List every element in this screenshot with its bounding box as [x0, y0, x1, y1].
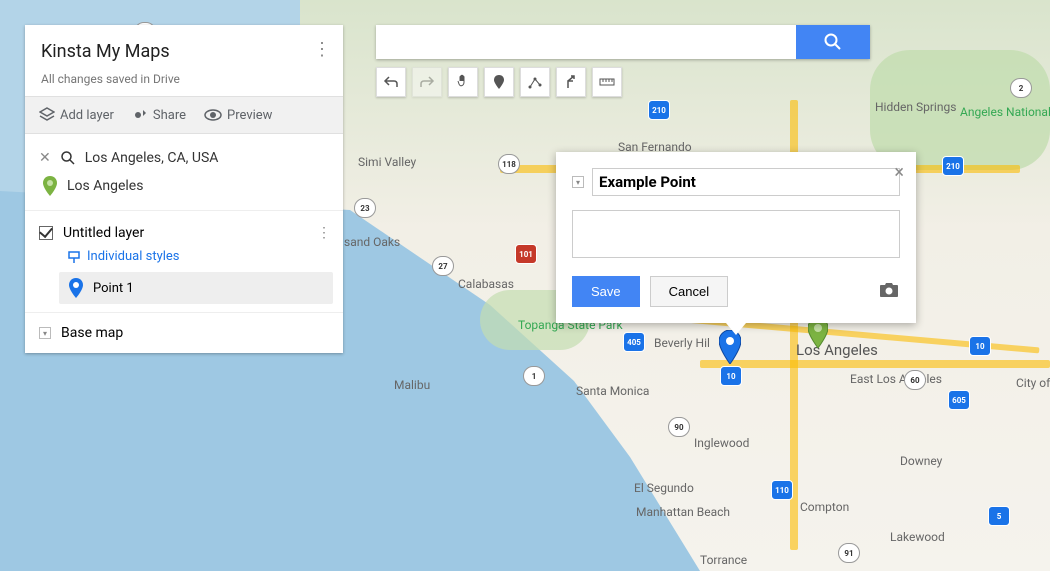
sidebar-menu-icon[interactable]: ⋮ [313, 39, 331, 60]
save-button[interactable]: Save [572, 276, 640, 307]
route-shield: 118 [498, 154, 520, 174]
map-label: Simi Valley [358, 155, 416, 169]
eye-icon [204, 107, 222, 123]
pan-tool[interactable] [448, 67, 478, 97]
route-shield: 60 [904, 370, 926, 390]
route-shield: 210 [648, 100, 670, 120]
layer-styles-button[interactable]: Individual styles [25, 245, 343, 272]
paint-icon [67, 250, 81, 264]
map-label: Lakewood [890, 530, 945, 544]
route-shield: 10 [969, 336, 991, 356]
point-1-pin[interactable] [719, 330, 741, 364]
share-icon [132, 107, 148, 123]
add-layer-button[interactable]: Add layer [39, 107, 114, 123]
route-shield: 1 [523, 366, 545, 386]
point-description-input[interactable] [572, 210, 900, 258]
route-shield: 110 [771, 480, 793, 500]
route-shield: 91 [838, 543, 860, 563]
route-shield: 101 [515, 244, 537, 264]
marker-tool[interactable] [484, 67, 514, 97]
layer-item-point-1[interactable]: Point 1 [59, 272, 333, 304]
map-label: Santa Monica [576, 384, 649, 398]
route-shield: 27 [432, 256, 454, 276]
camera-icon[interactable] [878, 281, 900, 303]
sidebar-panel: Kinsta My Maps All changes saved in Driv… [25, 25, 343, 353]
search-input[interactable] [376, 25, 796, 59]
base-map-button[interactable]: ▾ Base map [25, 312, 343, 353]
route-shield: 210 [942, 156, 964, 176]
layer-visibility-checkbox[interactable] [39, 226, 53, 240]
search-icon [824, 33, 842, 51]
clear-search-icon[interactable]: ✕ [39, 150, 51, 166]
route-shield: 23 [354, 198, 376, 218]
point-title-input[interactable] [592, 168, 900, 196]
line-tool[interactable] [520, 67, 550, 97]
share-button[interactable]: Share [132, 107, 186, 123]
search-result-item[interactable]: Los Angeles [67, 178, 143, 194]
map-toolbar [376, 67, 622, 97]
cancel-button[interactable]: Cancel [650, 276, 728, 307]
map-label: Compton [800, 500, 849, 514]
map-title[interactable]: Kinsta My Maps [41, 41, 327, 62]
pin-icon [43, 176, 57, 196]
search-icon [61, 151, 75, 165]
search-bar [376, 25, 870, 59]
layers-icon [39, 107, 55, 123]
layer-menu-icon[interactable]: ⋮ [317, 225, 331, 241]
route-shield: 2 [1010, 78, 1032, 98]
map-label: Downey [900, 454, 942, 468]
close-icon[interactable]: × [894, 162, 904, 183]
preview-button[interactable]: Preview [204, 107, 272, 123]
save-status: All changes saved in Drive [41, 72, 327, 86]
layer-name[interactable]: Untitled layer [63, 225, 144, 241]
pin-icon [69, 278, 83, 298]
redo-button[interactable] [412, 67, 442, 97]
map-label: Calabasas [458, 277, 514, 291]
map-label: El Segundo [634, 481, 694, 495]
style-dropdown-icon[interactable]: ▾ [572, 176, 584, 188]
map-label: Beverly Hil [654, 336, 710, 350]
edit-point-popup: × ▾ Save Cancel [556, 152, 916, 323]
map-label: Malibu [394, 378, 430, 392]
chevron-down-icon: ▾ [39, 327, 51, 339]
directions-tool[interactable] [556, 67, 586, 97]
map-label: sand Oaks [344, 235, 400, 249]
map-label: City of Indus [1016, 376, 1050, 390]
measure-tool[interactable] [592, 67, 622, 97]
map-label: Inglewood [694, 436, 749, 450]
route-shield: 605 [948, 390, 970, 410]
map-label: Torrance [700, 553, 747, 567]
undo-button[interactable] [376, 67, 406, 97]
map-label: East Los Angeles [850, 372, 942, 386]
search-result-text[interactable]: Los Angeles, CA, USA [85, 150, 219, 166]
route-shield: 90 [668, 417, 690, 437]
map-label: Hidden Springs [875, 100, 956, 114]
map-label: Angeles National Forest [960, 105, 1050, 119]
search-button[interactable] [796, 25, 870, 59]
route-shield: 10 [720, 366, 742, 386]
map-label: Manhattan Beach [636, 505, 730, 519]
route-shield: 5 [988, 506, 1010, 526]
route-shield: 405 [623, 332, 645, 352]
